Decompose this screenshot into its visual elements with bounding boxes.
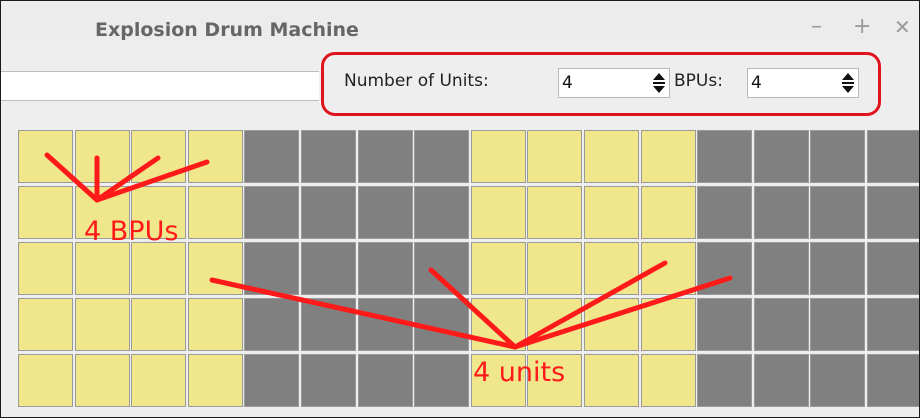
beat-cell[interactable] [358,354,413,407]
beat-cell[interactable] [414,186,469,239]
text-field[interactable] [1,71,319,101]
beat-cell[interactable] [527,298,582,351]
beat-cell[interactable] [754,298,809,351]
beat-cell[interactable] [18,354,73,407]
beat-cell[interactable] [471,354,526,407]
bpus-spinbox[interactable]: 4 [747,68,859,98]
beat-cell[interactable] [75,130,130,183]
units-controls-panel: Number of Units: 4 BPUs: 4 [321,52,881,116]
beat-cell[interactable] [867,242,919,295]
beat-cell[interactable] [18,130,73,183]
beat-cell[interactable] [867,130,919,183]
beat-cell[interactable] [471,186,526,239]
beat-cell[interactable] [244,130,299,183]
beat-cell[interactable] [244,242,299,295]
window-title: Explosion Drum Machine [95,19,359,41]
beat-cell[interactable] [188,242,243,295]
beat-cell[interactable] [471,242,526,295]
beat-cell[interactable] [867,186,919,239]
beat-cell[interactable] [867,298,919,351]
beat-cell[interactable] [810,242,865,295]
beat-cell[interactable] [754,242,809,295]
beat-cell[interactable] [641,186,696,239]
beat-cell[interactable] [18,186,73,239]
beat-cell[interactable] [358,298,413,351]
beat-cell[interactable] [131,354,186,407]
beat-cell[interactable] [527,186,582,239]
beat-cell[interactable] [810,130,865,183]
beat-cell[interactable] [18,298,73,351]
beat-cell[interactable] [584,130,639,183]
beat-cell[interactable] [301,298,356,351]
beat-cell[interactable] [358,186,413,239]
units-spin-arrows-icon[interactable] [653,73,665,93]
beat-cell[interactable] [131,186,186,239]
beat-cell[interactable] [867,354,919,407]
units-value: 4 [562,73,573,93]
beat-cell[interactable] [697,354,752,407]
beat-cell[interactable] [301,242,356,295]
beat-cell[interactable] [75,354,130,407]
beat-cell[interactable] [301,130,356,183]
beat-cell[interactable] [75,186,130,239]
maximize-icon[interactable]: + [853,16,871,38]
beat-cell[interactable] [414,354,469,407]
beat-cell[interactable] [18,242,73,295]
units-label: Number of Units: [344,71,489,91]
beat-cell[interactable] [810,354,865,407]
beat-cell[interactable] [471,298,526,351]
beat-cell[interactable] [75,298,130,351]
beat-cell[interactable] [527,130,582,183]
beat-cell[interactable] [584,186,639,239]
beat-cell[interactable] [244,354,299,407]
beat-cell[interactable] [358,130,413,183]
beat-cell[interactable] [358,242,413,295]
beat-cell[interactable] [131,242,186,295]
beat-cell[interactable] [641,130,696,183]
beat-cell[interactable] [414,298,469,351]
beat-cell[interactable] [471,130,526,183]
beat-cell[interactable] [75,242,130,295]
beat-cell[interactable] [754,354,809,407]
beat-cell[interactable] [244,186,299,239]
bpus-label: BPUs: [674,71,723,91]
beat-cell[interactable] [584,354,639,407]
units-spinbox[interactable]: 4 [558,68,670,98]
beat-cell[interactable] [414,130,469,183]
title-bar: Explosion Drum Machine – + ✕ [1,1,919,41]
beat-cell[interactable] [641,354,696,407]
close-icon[interactable]: ✕ [894,16,911,38]
bpus-spin-arrows-icon[interactable] [842,73,854,93]
beat-cell[interactable] [754,130,809,183]
beat-cell[interactable] [641,298,696,351]
beat-cell[interactable] [131,130,186,183]
beat-cell[interactable] [641,242,696,295]
beat-cell[interactable] [131,298,186,351]
beat-cell[interactable] [697,298,752,351]
beat-cell[interactable] [244,298,299,351]
beat-cell[interactable] [188,354,243,407]
beat-cell[interactable] [188,186,243,239]
beat-grid [18,130,919,407]
beat-cell[interactable] [584,242,639,295]
beat-cell[interactable] [188,298,243,351]
beat-cell[interactable] [188,130,243,183]
beat-cell[interactable] [301,354,356,407]
beat-cell[interactable] [810,186,865,239]
beat-cell[interactable] [810,298,865,351]
minimize-icon[interactable]: – [811,16,822,38]
beat-cell[interactable] [584,298,639,351]
beat-cell[interactable] [697,130,752,183]
beat-cell[interactable] [697,242,752,295]
beat-cell[interactable] [697,186,752,239]
app-window: Explosion Drum Machine – + ✕ Number of U… [0,0,920,418]
beat-cell[interactable] [414,242,469,295]
beat-cell[interactable] [527,242,582,295]
beat-cell[interactable] [527,354,582,407]
beat-cell[interactable] [754,186,809,239]
bpus-value: 4 [751,73,762,93]
beat-cell[interactable] [301,186,356,239]
